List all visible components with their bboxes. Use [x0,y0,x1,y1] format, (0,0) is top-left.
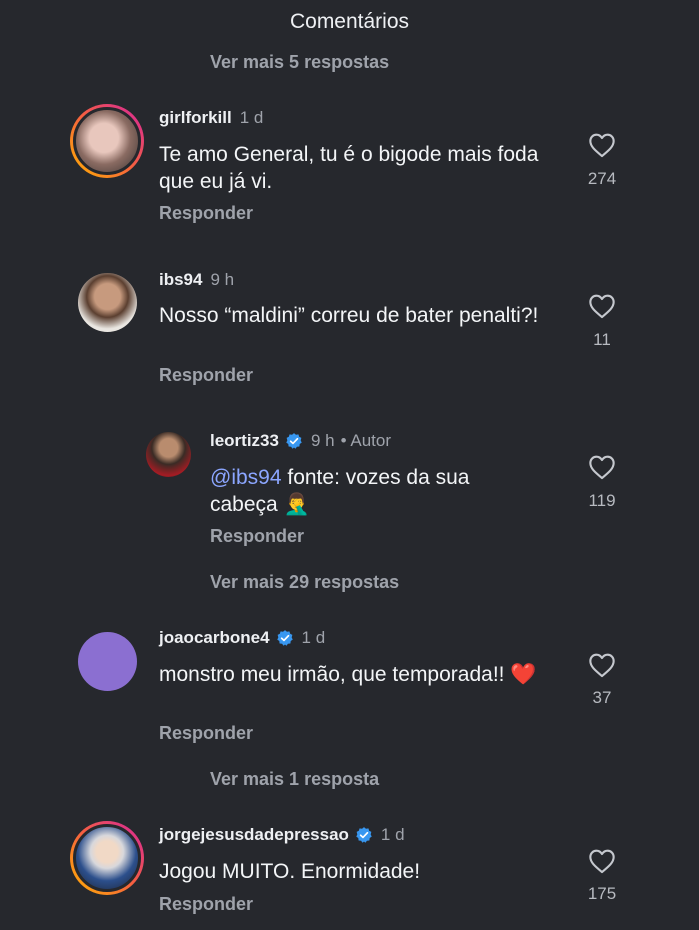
reply-button[interactable]: Responder [159,894,253,915]
verified-badge-icon [276,630,293,646]
comment-text: Te amo General, tu é o bigode mais foda … [159,143,539,193]
verified-badge-icon [356,827,372,843]
username[interactable]: jorgejesusdadepressao [159,825,349,845]
reply-button[interactable]: Responder [210,526,304,547]
like-count: 37 [592,688,612,707]
timestamp: 9 h [210,270,235,289]
timestamp: 1 d [301,628,326,647]
like-count: 119 [588,491,616,510]
comments-header: Comentários [289,10,410,33]
timestamp: 1 d [239,108,264,127]
comment-text: @ibs94 fonte: vozes da sua cabeça 🤦‍♂️ [210,464,540,518]
username[interactable]: girlforkill [159,108,232,128]
verified-badge-icon [286,433,302,449]
username-row: jorgejesusdadepressao 1 d [159,825,405,845]
timestamp: 1 d [380,825,405,844]
heart-outline-icon[interactable] [586,652,618,678]
avatar[interactable] [78,273,137,332]
username[interactable]: leortiz33 [210,431,279,451]
avatar[interactable] [70,104,144,178]
username-row: joaocarbone4 1 d [159,628,325,648]
comment-text: monstro meu irmão, que temporada!! ❤️ [159,663,537,686]
username-row: ibs94 9 h [159,270,234,290]
like-count: 175 [587,884,617,903]
timestamp: 9 h [310,431,335,450]
avatar[interactable] [70,821,144,895]
reply-button[interactable]: Responder [159,203,253,224]
comment-text: Nosso “maldini” correu de bater penalti?… [159,304,539,327]
username[interactable]: joaocarbone4 [159,628,270,648]
avatar[interactable] [146,432,191,477]
heart-outline-icon[interactable] [586,454,618,480]
heart-outline-icon[interactable] [586,132,618,158]
avatar[interactable] [78,632,137,691]
username-row: girlforkill 1 d [159,108,263,128]
heart-outline-icon[interactable] [586,293,618,319]
view-more-replies[interactable]: Ver mais 1 resposta [210,769,379,790]
comment-text: Jogou MUITO. Enormidade! [159,860,421,883]
username-row: leortiz33 9 h • Autor [210,431,391,451]
view-more-replies[interactable]: Ver mais 5 respostas [210,52,389,73]
view-more-replies[interactable]: Ver mais 29 respostas [210,572,399,593]
heart-outline-icon[interactable] [586,848,618,874]
author-label: • Autor [340,431,391,450]
reply-button[interactable]: Responder [159,723,253,744]
mention-link[interactable]: @ibs94 [210,466,282,489]
like-count: 11 [593,330,611,349]
reply-button[interactable]: Responder [159,365,253,386]
like-count: 274 [587,169,617,188]
username[interactable]: ibs94 [159,270,202,290]
